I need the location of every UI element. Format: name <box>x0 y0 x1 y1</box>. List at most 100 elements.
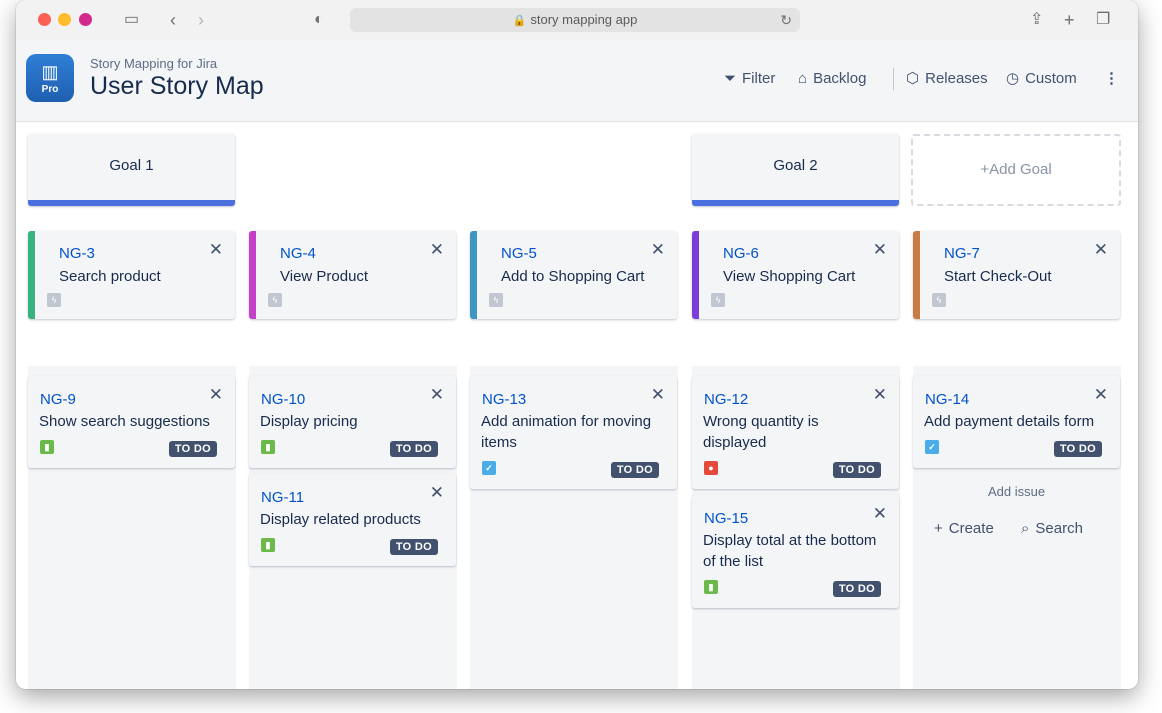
story-key[interactable]: NG-9 <box>40 391 76 408</box>
story-key[interactable]: NG-12 <box>704 391 748 408</box>
bug-icon: ● <box>704 461 718 475</box>
inbox-icon: ⌂ <box>798 70 808 87</box>
close-icon[interactable]: ✕ <box>430 386 444 403</box>
filter-button[interactable]: ⏷ Filter <box>724 68 775 90</box>
goal-card[interactable]: Goal 1 <box>28 134 235 206</box>
close-icon[interactable]: ✕ <box>430 484 444 501</box>
story-card[interactable]: NG-9 Show search suggestions ✕ ▮ TO DO <box>28 376 235 468</box>
close-icon[interactable]: ✕ <box>651 386 665 403</box>
create-issue-button[interactable]: + Create <box>934 515 994 543</box>
epic-card[interactable]: NG-4 View Product ✕ ϟ <box>249 231 456 319</box>
epic-key[interactable]: NG-5 <box>501 245 537 262</box>
minimize-window-button[interactable] <box>58 13 71 26</box>
epic-card[interactable]: NG-5 Add to Shopping Cart ✕ ϟ <box>470 231 677 319</box>
reload-icon[interactable]: ↻ <box>780 8 792 32</box>
address-bar[interactable]: 🔒 story mapping app ↻ <box>350 8 800 32</box>
epic-key[interactable]: NG-6 <box>723 245 759 262</box>
status-badge[interactable]: TO DO <box>389 539 438 555</box>
epic-key[interactable]: NG-4 <box>280 245 316 262</box>
story-key[interactable]: NG-10 <box>261 391 305 408</box>
story-key[interactable]: NG-15 <box>704 510 748 527</box>
sidebar-toggle-icon[interactable]: ▭ <box>124 10 139 30</box>
filter-label: Filter <box>742 70 776 87</box>
browser-window: ▭ ‹ › ◐ 🔒 story mapping app ↻ ⇪ + ❐ ▥ Pro… <box>16 0 1138 689</box>
epic-card[interactable]: NG-7 Start Check-Out ✕ ϟ <box>913 231 1120 319</box>
epic-summary: View Shopping Cart <box>723 268 856 285</box>
back-icon[interactable]: ‹ <box>170 10 176 30</box>
epic-summary: View Product <box>280 268 369 285</box>
epic-icon: ϟ <box>932 293 946 307</box>
status-badge[interactable]: TO DO <box>168 441 217 457</box>
search-label: Search <box>1035 520 1083 537</box>
goal-color-bar <box>28 200 235 206</box>
epic-color-stripe <box>249 231 256 319</box>
story-card[interactable]: NG-15 Display total at the bottom of the… <box>692 495 899 608</box>
story-summary: Display pricing <box>260 413 358 430</box>
status-badge[interactable]: TO DO <box>610 462 659 478</box>
close-icon[interactable]: ✕ <box>651 241 665 258</box>
story-card[interactable]: NG-14 Add payment details form ✕ ✓ TO DO <box>913 376 1120 468</box>
story-icon: ▮ <box>261 440 275 454</box>
story-summary: Show search suggestions <box>39 413 210 430</box>
custom-button[interactable]: ◷ Custom <box>1006 68 1077 90</box>
status-badge[interactable]: TO DO <box>832 462 881 478</box>
epic-card[interactable]: NG-6 View Shopping Cart ✕ ϟ <box>692 231 899 319</box>
story-summary: Add payment details form <box>924 413 1095 430</box>
story-summary-line: of the list <box>703 553 764 570</box>
close-icon[interactable]: ✕ <box>1094 241 1108 258</box>
app-header: ▥ Pro Story Mapping for Jira User Story … <box>16 40 1138 122</box>
story-icon: ▮ <box>40 440 54 454</box>
zoom-window-button[interactable] <box>79 13 92 26</box>
close-icon[interactable]: ✕ <box>209 386 223 403</box>
close-icon[interactable]: ✕ <box>209 241 223 258</box>
story-summary-line: Display total at the bottom <box>703 532 877 549</box>
page-title: User Story Map <box>90 72 264 100</box>
story-card[interactable]: NG-10 Display pricing ✕ ▮ TO DO <box>249 376 456 468</box>
releases-button[interactable]: ⬡ Releases <box>906 68 988 90</box>
status-badge[interactable]: TO DO <box>1053 441 1102 457</box>
lock-icon: 🔒 <box>512 15 527 27</box>
close-icon[interactable]: ✕ <box>873 241 887 258</box>
story-card[interactable]: NG-11 Display related products ✕ ▮ TO DO <box>249 474 456 566</box>
close-icon[interactable]: ✕ <box>873 386 887 403</box>
add-goal-button[interactable]: +Add Goal <box>911 134 1121 206</box>
epic-key[interactable]: NG-3 <box>59 245 95 262</box>
story-card[interactable]: NG-12 Wrong quantity is displayed ✕ ● TO… <box>692 376 899 489</box>
epic-card[interactable]: NG-3 Search product ✕ ϟ <box>28 231 235 319</box>
story-summary: Display related products <box>260 511 421 528</box>
more-options-icon[interactable]: ⋮ <box>1104 68 1119 90</box>
new-tab-icon[interactable]: + <box>1064 10 1075 30</box>
epic-key[interactable]: NG-7 <box>944 245 980 262</box>
goal-card[interactable]: Goal 2 <box>692 134 899 206</box>
custom-label: Custom <box>1025 70 1077 87</box>
epic-icon: ϟ <box>47 293 61 307</box>
add-goal-label: Add Goal <box>989 161 1052 178</box>
close-icon[interactable]: ✕ <box>873 505 887 522</box>
create-label: Create <box>948 520 994 537</box>
backlog-label: Backlog <box>813 70 867 87</box>
status-badge[interactable]: TO DO <box>389 441 438 457</box>
browser-toolbar: ▭ ‹ › ◐ 🔒 story mapping app ↻ ⇪ + ❐ <box>16 0 1138 40</box>
epic-icon: ϟ <box>268 293 282 307</box>
task-icon: ✓ <box>925 440 939 454</box>
close-icon[interactable]: ✕ <box>430 241 444 258</box>
epic-color-stripe <box>692 231 699 319</box>
privacy-shield-icon[interactable]: ◐ <box>314 10 324 30</box>
close-icon[interactable]: ✕ <box>1094 386 1108 403</box>
story-key[interactable]: NG-11 <box>261 489 304 506</box>
app-subtitle: Story Mapping for Jira <box>90 56 218 71</box>
story-key[interactable]: NG-13 <box>482 391 526 408</box>
clock-icon: ◷ <box>1006 70 1020 87</box>
epic-summary: Start Check-Out <box>944 268 1052 285</box>
status-badge[interactable]: TO DO <box>832 581 881 597</box>
backlog-button[interactable]: ⌂ Backlog <box>798 68 866 90</box>
tab-overview-icon[interactable]: ❐ <box>1096 10 1110 30</box>
story-card[interactable]: NG-13 Add animation for moving items ✕ ✓… <box>470 376 677 489</box>
package-icon: ⬡ <box>906 70 920 87</box>
story-summary-line: Add animation for moving <box>481 413 652 430</box>
close-window-button[interactable] <box>38 13 51 26</box>
forward-icon[interactable]: › <box>198 10 204 30</box>
search-issue-button[interactable]: ⌕ Search <box>1021 515 1083 543</box>
share-icon[interactable]: ⇪ <box>1030 10 1043 30</box>
story-key[interactable]: NG-14 <box>925 391 969 408</box>
